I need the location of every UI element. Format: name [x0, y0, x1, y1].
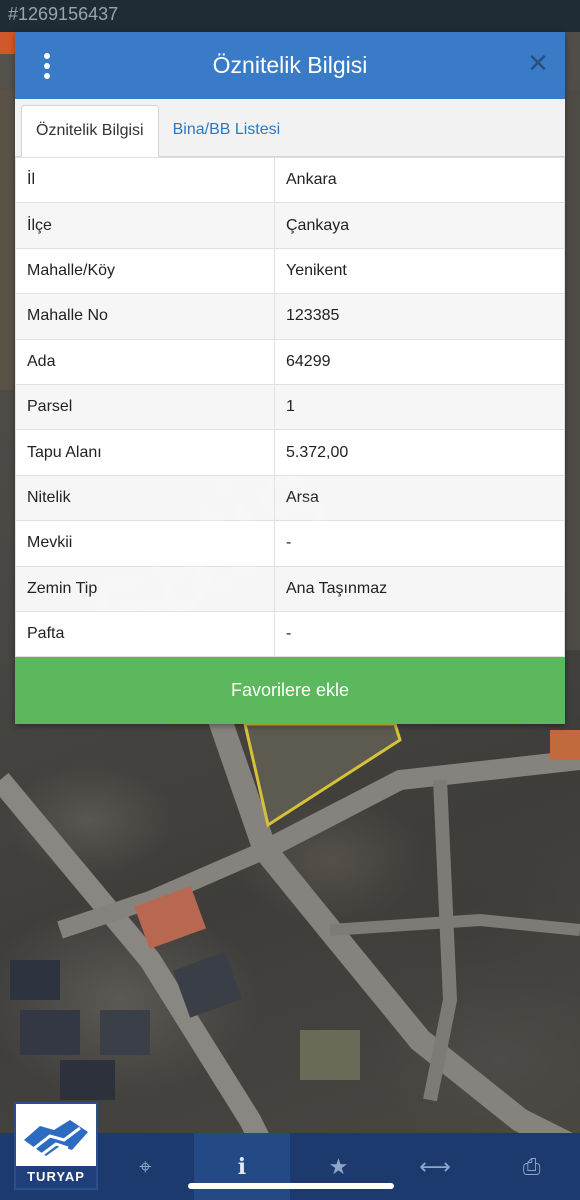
turyap-logo: TURYAP	[14, 1102, 98, 1190]
attribute-value: Yenikent	[274, 247, 565, 295]
attribute-key: İl	[15, 156, 275, 204]
attribute-row: İlçe Çankaya	[15, 202, 565, 249]
tab-bar: Öznitelik Bilgisi Bina/BB Listesi	[15, 99, 565, 157]
tab-attribute-info[interactable]: Öznitelik Bilgisi	[21, 105, 159, 157]
attribute-key: Nitelik	[15, 474, 275, 522]
attribute-key: Tapu Alanı	[15, 429, 275, 476]
attribute-panel: Öznitelik Bilgisi ✕ Öznitelik Bilgisi Bi…	[15, 32, 565, 725]
star-icon[interactable]: ★	[290, 1133, 387, 1200]
attribute-row: İl Ankara	[15, 156, 565, 204]
attribute-row: Tapu Alanı 5.372,00	[15, 429, 565, 476]
locate-icon[interactable]: ⌖	[97, 1133, 194, 1200]
attribute-row: Zemin Tip Ana Taşınmaz	[15, 565, 565, 612]
info-icon[interactable]: i	[193, 1133, 291, 1200]
kebab-menu-icon[interactable]	[42, 53, 52, 79]
attribute-value: 123385	[274, 293, 565, 340]
attribute-key: Ada	[15, 338, 275, 385]
close-icon[interactable]: ✕	[527, 50, 549, 76]
attribute-row: Ada 64299	[15, 338, 565, 385]
attribute-row: Mahalle/Köy Yenikent	[15, 247, 565, 295]
panel-title: Öznitelik Bilgisi	[212, 52, 368, 78]
attribute-value: -	[274, 520, 565, 567]
attribute-value: Arsa	[274, 474, 565, 522]
measure-icon[interactable]: ⟷	[387, 1133, 484, 1200]
attribute-value: 5.372,00	[274, 429, 565, 476]
attribute-row: Parsel 1	[15, 383, 565, 431]
attribute-key: İlçe	[15, 202, 275, 249]
attribute-key: Parsel	[15, 383, 275, 431]
print-icon[interactable]: ⎙	[483, 1133, 580, 1200]
attribute-key: Mevkii	[15, 520, 275, 567]
attribute-row: Pafta -	[15, 610, 565, 658]
attribute-key: Pafta	[15, 610, 275, 658]
attribute-table: İl Ankara İlçe Çankaya Mahalle/Köy Yenikent Ma…	[15, 156, 565, 658]
tab-building-list[interactable]: Bina/BB Listesi	[159, 104, 295, 156]
attribute-row: Mevkii -	[15, 520, 565, 567]
panel-header: Öznitelik Bilgisi ✕	[15, 32, 565, 99]
attribute-key: Mahalle No	[15, 293, 275, 340]
attribute-key: Mahalle/Köy	[15, 247, 275, 295]
attribute-value: 1	[274, 383, 565, 431]
attribute-value: -	[274, 610, 565, 658]
logo-text: TURYAP	[16, 1166, 96, 1188]
attribute-row: Nitelik Arsa	[15, 474, 565, 522]
attribute-row: Mahalle No 123385	[15, 293, 565, 340]
attribute-value: Ana Taşınmaz	[274, 565, 565, 612]
image-id-watermark: #1269156437	[8, 4, 119, 24]
attribute-key: Zemin Tip	[15, 565, 275, 612]
add-favorite-button[interactable]: Favorilere ekle	[15, 657, 565, 725]
home-indicator[interactable]	[188, 1183, 394, 1189]
handshake-icon	[24, 1120, 88, 1158]
attribute-value: Ankara	[274, 156, 565, 204]
attribute-value: Çankaya	[274, 202, 565, 249]
attribute-value: 64299	[274, 338, 565, 385]
